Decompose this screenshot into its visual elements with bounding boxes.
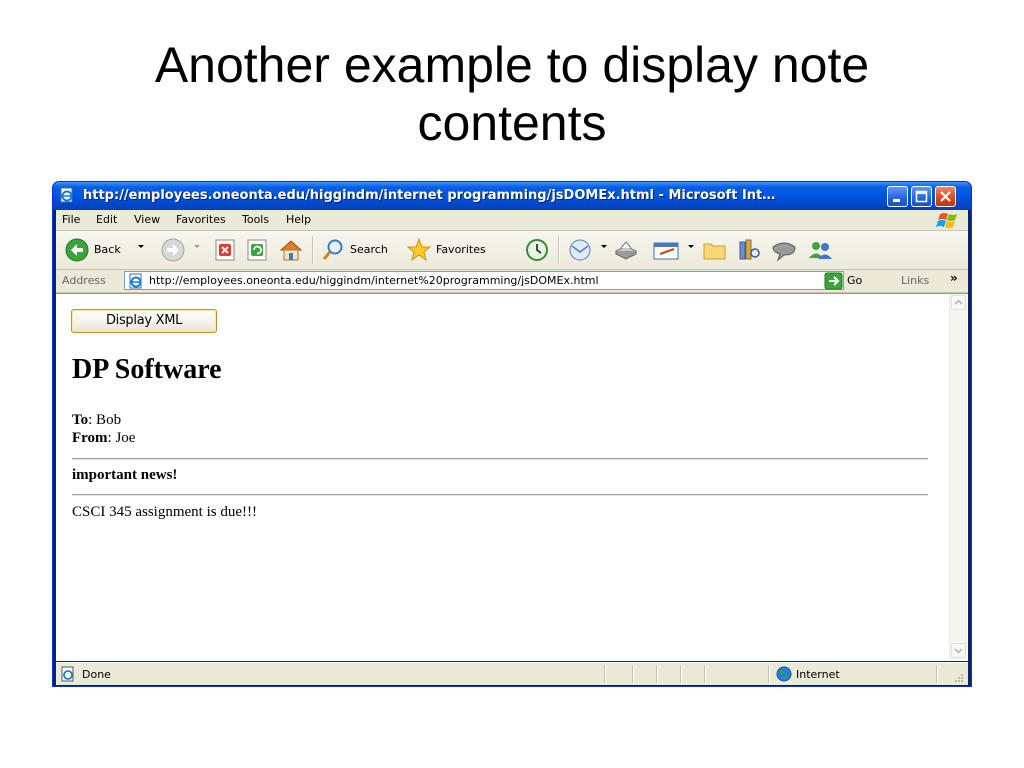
go-button[interactable]: Go (847, 274, 862, 287)
toolbar-separator (312, 236, 314, 264)
menu-help[interactable]: Help (286, 213, 311, 226)
page-content: Display XML DP Software To: Bob From: Jo… (56, 293, 968, 661)
status-text: Done (82, 668, 111, 681)
resize-grip-icon[interactable] (952, 671, 964, 683)
vertical-scrollbar[interactable] (949, 294, 967, 660)
messenger-people-icon[interactable] (806, 237, 834, 263)
favorites-label[interactable]: Favorites (436, 243, 486, 256)
note-from: From: Joe (72, 430, 135, 447)
window-title: http://employees.oneonta.edu/higgindm/in… (83, 188, 776, 203)
note-body: CSCI 345 assignment is due!!! (72, 504, 257, 520)
windows-logo-icon (936, 213, 957, 228)
research-icon[interactable] (736, 237, 762, 263)
address-input[interactable]: http://employees.oneonta.edu/higgindm/in… (124, 271, 844, 290)
scroll-down-button[interactable] (951, 643, 966, 658)
close-button[interactable] (935, 186, 956, 207)
slide-title-line-2: contents (417, 95, 607, 151)
minimize-button[interactable] (887, 186, 908, 207)
scroll-up-button[interactable] (951, 295, 966, 310)
from-value: : Joe (107, 430, 136, 446)
status-panel-divider (704, 665, 706, 683)
window-titlebar[interactable]: http://employees.oneonta.edu/higgindm/in… (53, 182, 971, 210)
status-panel-divider (656, 665, 658, 683)
go-arrow-icon[interactable] (824, 272, 843, 290)
web-page: Display XML DP Software To: Bob From: Jo… (56, 294, 949, 662)
status-bar: Done Internet (56, 662, 968, 685)
slide-title-line-1: Another example to display note (154, 37, 870, 93)
page-done-icon (61, 666, 74, 682)
note-subject: important news! (72, 467, 178, 483)
menu-tools[interactable]: Tools (242, 213, 269, 226)
address-bar: Address http://employees.oneonta.edu/hig… (56, 270, 968, 293)
address-url[interactable]: http://employees.oneonta.edu/higgindm/in… (149, 274, 599, 287)
note-to: To: Bob (72, 412, 121, 429)
links-chevron[interactable]: » (950, 271, 958, 285)
refresh-icon[interactable] (246, 237, 270, 263)
ie-page-icon (129, 273, 142, 289)
security-zone-text: Internet (796, 668, 840, 681)
back-label[interactable]: Back (94, 243, 121, 256)
ie-page-icon (60, 187, 73, 203)
divider (72, 494, 928, 496)
discuss-folder-icon[interactable] (702, 237, 728, 263)
chevron-up-icon (954, 299, 963, 305)
search-label[interactable]: Search (350, 243, 388, 256)
menu-favorites[interactable]: Favorites (176, 213, 226, 226)
standard-toolbar: Back Search Favorites (56, 231, 968, 270)
divider (72, 458, 928, 460)
status-panel-divider (604, 665, 606, 683)
forward-icon[interactable] (160, 237, 186, 263)
edit-dropdown-arrow[interactable] (688, 245, 694, 248)
browser-window: http://employees.oneonta.edu/higgindm/in… (52, 181, 972, 687)
internet-globe-icon (776, 666, 792, 682)
display-xml-button[interactable]: Display XML (71, 309, 217, 333)
status-panel-divider (632, 665, 634, 683)
back-dropdown-arrow[interactable] (138, 245, 144, 248)
status-panel-divider (680, 665, 682, 683)
toolbar-separator (558, 236, 560, 264)
status-panel-divider (936, 665, 938, 683)
menu-file[interactable]: File (62, 213, 80, 226)
back-icon[interactable] (64, 237, 90, 263)
menu-edit[interactable]: Edit (96, 213, 117, 226)
edit-icon[interactable] (652, 237, 682, 263)
forward-dropdown-arrow[interactable] (194, 245, 200, 248)
close-icon (940, 191, 951, 202)
favorites-star-icon[interactable] (406, 237, 432, 263)
print-icon[interactable] (612, 237, 640, 263)
to-value: : Bob (88, 412, 122, 428)
maximize-icon (915, 190, 928, 203)
to-label: To (72, 412, 89, 428)
address-label: Address (62, 274, 106, 287)
minimize-icon (893, 199, 900, 202)
mail-icon[interactable] (568, 237, 596, 263)
chevron-down-icon (954, 648, 963, 654)
menubar: File Edit View Favorites Tools Help (56, 210, 968, 231)
slide-title: Another example to display note contents (0, 36, 1024, 152)
history-icon[interactable] (524, 237, 550, 263)
maximize-button[interactable] (911, 186, 932, 207)
home-icon[interactable] (278, 237, 304, 263)
messenger-icon[interactable] (770, 237, 798, 263)
status-panel-divider (768, 665, 770, 683)
links-label[interactable]: Links (901, 274, 929, 287)
mail-dropdown-arrow[interactable] (601, 245, 607, 248)
stop-icon[interactable] (214, 237, 238, 263)
from-label: From (72, 430, 108, 446)
menu-view[interactable]: View (134, 213, 160, 226)
page-heading: DP Software (72, 354, 222, 385)
search-icon[interactable] (320, 237, 346, 263)
